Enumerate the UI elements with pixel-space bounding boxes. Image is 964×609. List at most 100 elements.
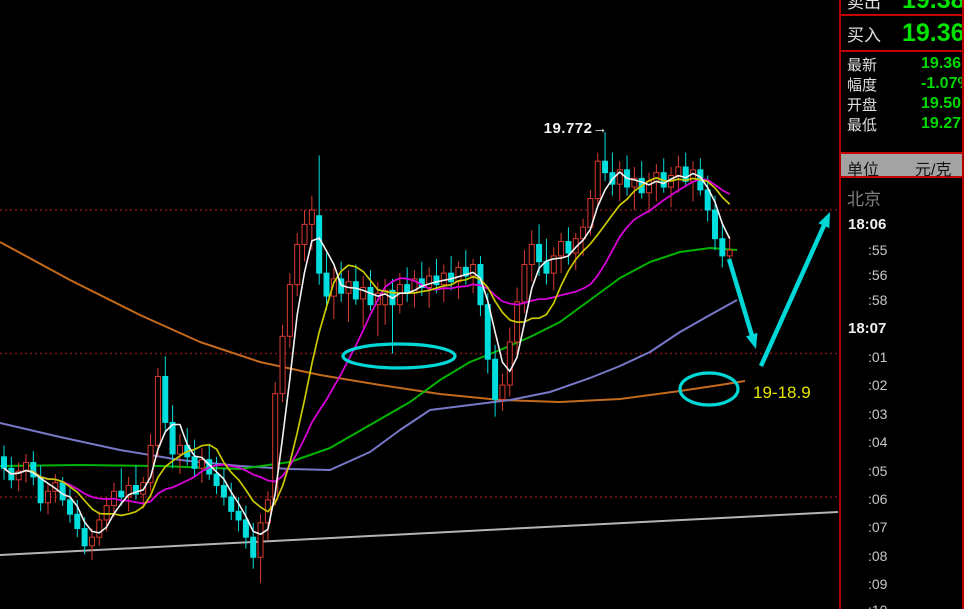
candle-body bbox=[66, 499, 73, 515]
sell-label: 卖出 bbox=[847, 0, 881, 12]
candle-body bbox=[308, 209, 315, 225]
candle-body bbox=[426, 275, 433, 288]
candle-body bbox=[81, 528, 88, 547]
candle-body bbox=[719, 238, 726, 257]
candle-body bbox=[213, 473, 220, 487]
candle-body bbox=[602, 160, 609, 174]
candle-body bbox=[88, 536, 95, 547]
candle-body bbox=[323, 272, 330, 297]
candle-body bbox=[521, 264, 528, 303]
candle-body bbox=[558, 241, 565, 257]
trend-line bbox=[0, 511, 839, 556]
candle-body bbox=[118, 490, 125, 498]
candle-body bbox=[257, 522, 264, 558]
candle-body bbox=[74, 513, 81, 530]
candle-body bbox=[279, 335, 286, 395]
trend-arrow-down[interactable] bbox=[726, 258, 755, 340]
candle-body bbox=[301, 223, 308, 245]
trading-app-window: 19.772→ 19-18.9 卖出 19.38 买入 19.36 最新 19.3… bbox=[0, 0, 964, 609]
quote-label: 幅度 bbox=[847, 76, 878, 94]
candle-body bbox=[286, 284, 293, 337]
candle-body bbox=[646, 180, 653, 194]
candle-body bbox=[176, 444, 183, 455]
time-tick: :58 bbox=[868, 292, 888, 308]
time-tick: :07 bbox=[868, 519, 888, 535]
candle-body bbox=[455, 266, 462, 283]
candle-body bbox=[103, 505, 110, 521]
candle-body bbox=[367, 286, 374, 306]
candle-body bbox=[433, 275, 440, 286]
support-range-label: 19-18.9 bbox=[753, 383, 811, 402]
quote-label: 最新 bbox=[847, 56, 878, 74]
time-tick: :05 bbox=[868, 463, 888, 479]
quote-sidebar: 卖出 19.38 买入 19.36 最新 19.36 幅度 -1.07% 开盘 19.50… bbox=[839, 0, 964, 609]
ma-green bbox=[0, 247, 738, 470]
candle-body bbox=[250, 536, 257, 558]
unit-value: 元/克 bbox=[915, 162, 952, 179]
time-tick: :10 bbox=[868, 602, 887, 609]
candle-body bbox=[492, 358, 499, 400]
time-tick: :55 bbox=[868, 242, 888, 258]
candle-body bbox=[448, 272, 455, 283]
time-tick: :01 bbox=[868, 349, 888, 365]
time-tick: :06 bbox=[868, 491, 888, 507]
candle-body bbox=[506, 341, 513, 386]
candle-body bbox=[726, 249, 733, 257]
time-tick: 18:06 bbox=[848, 216, 887, 233]
candle-body bbox=[316, 215, 323, 274]
trend-arrow-down-head bbox=[745, 332, 758, 349]
buy-price: 19.36 bbox=[902, 18, 964, 47]
candle-body bbox=[220, 485, 227, 498]
quote-value: 19.27 bbox=[921, 115, 962, 132]
time-tick: :08 bbox=[868, 548, 888, 564]
time-tick: :09 bbox=[868, 576, 888, 592]
quote-row[interactable]: 最低 19.27 bbox=[847, 114, 962, 134]
sell-price-row[interactable]: 卖出 19.38 bbox=[847, 0, 962, 16]
time-tick: :04 bbox=[868, 434, 888, 450]
sell-price: 19.38 bbox=[902, 0, 962, 15]
candle-body bbox=[154, 375, 161, 446]
quote-row[interactable]: 开盘 19.50 bbox=[847, 94, 962, 114]
time-tick: 18:07 bbox=[848, 320, 887, 337]
candle-body bbox=[352, 281, 359, 300]
candle-body bbox=[228, 496, 235, 512]
quote-row[interactable]: 幅度 -1.07% bbox=[847, 74, 962, 94]
candle-body bbox=[565, 241, 572, 254]
peak-price-label: 19.772→ bbox=[543, 120, 608, 137]
trend-arrow-up-head bbox=[818, 212, 830, 229]
unit-label: 单位 bbox=[847, 162, 880, 179]
time-tick: :56 bbox=[868, 267, 888, 283]
quote-value: 19.50 bbox=[921, 95, 962, 112]
ma-magenta bbox=[3, 178, 731, 505]
candle-body bbox=[528, 243, 535, 266]
quote-label: 最低 bbox=[847, 116, 878, 134]
candle-body bbox=[1, 456, 7, 469]
candle-body bbox=[484, 304, 491, 360]
separator bbox=[841, 50, 962, 52]
quote-label: 开盘 bbox=[847, 96, 878, 114]
candle-body bbox=[59, 482, 66, 501]
candle-body bbox=[198, 459, 205, 469]
candle-body bbox=[37, 476, 44, 504]
candle-body bbox=[440, 272, 447, 286]
candle-body bbox=[44, 490, 51, 504]
candle-body bbox=[96, 519, 103, 538]
ma-orange bbox=[0, 241, 746, 403]
trend-arrow-up[interactable] bbox=[758, 221, 828, 367]
price-chart[interactable] bbox=[0, 0, 840, 609]
highlight-ellipse-dip[interactable] bbox=[341, 342, 457, 370]
quote-value: 19.36 bbox=[921, 55, 962, 72]
buy-label: 买入 bbox=[847, 25, 881, 45]
region-label: 北京 bbox=[847, 190, 881, 209]
quote-value: -1.07% bbox=[921, 75, 962, 92]
candle-body bbox=[594, 160, 601, 200]
quote-row[interactable]: 最新 19.36 bbox=[847, 54, 962, 74]
candle-body bbox=[294, 243, 301, 286]
candle-body bbox=[712, 209, 719, 240]
candle-body bbox=[499, 384, 506, 400]
buy-price-row[interactable]: 买入 19.36 bbox=[847, 17, 962, 49]
candle-body bbox=[235, 510, 242, 521]
candle-body bbox=[242, 519, 249, 538]
candle-body bbox=[536, 243, 543, 263]
time-tick: :02 bbox=[868, 377, 888, 393]
